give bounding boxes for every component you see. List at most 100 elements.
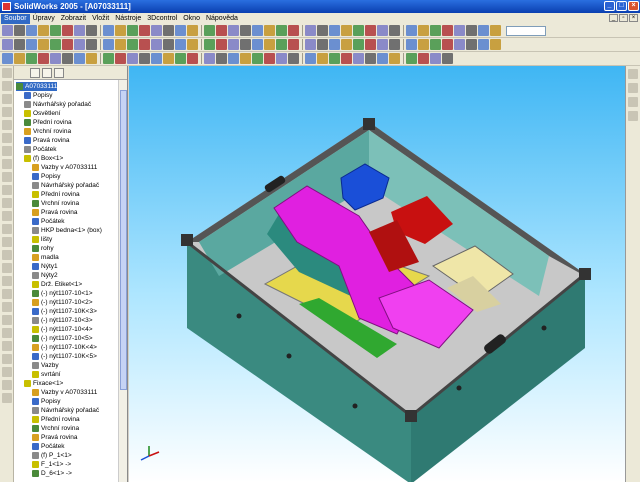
toolbar-tool-icon[interactable] [252, 39, 263, 50]
toolbar-tool-icon[interactable] [442, 53, 453, 64]
task-pane-tab-icon[interactable] [628, 83, 638, 93]
toolbar-tool-icon[interactable] [418, 39, 429, 50]
toolbar-tool-icon[interactable] [74, 25, 85, 36]
tree-item[interactable]: (f) P_1<1> [32, 451, 72, 460]
menu-zobrazit[interactable]: Zobrazit [58, 14, 89, 24]
toolbar-tool-icon[interactable] [317, 25, 328, 36]
toolbar-tool-icon[interactable] [151, 25, 162, 36]
tree-item[interactable]: Počátek [24, 145, 57, 154]
tree-item[interactable]: Přední rovina [32, 190, 80, 199]
tree-item[interactable]: Fixace<1> [24, 379, 63, 388]
tree-item[interactable]: rohy [32, 244, 54, 253]
task-pane-tab-icon[interactable] [628, 97, 638, 107]
toolbar-tool-icon[interactable] [252, 25, 263, 36]
toolbar-tool-icon[interactable] [216, 39, 227, 50]
side-tool-icon[interactable] [2, 107, 12, 117]
toolbar-tool-icon[interactable] [478, 39, 489, 50]
tree-item[interactable]: Návrhářský pořadač [32, 181, 99, 190]
toolbar-tool-icon[interactable] [163, 53, 174, 64]
toolbar-tool-icon[interactable] [204, 25, 215, 36]
toolbar-tool-icon[interactable] [50, 25, 61, 36]
tree-item[interactable]: Přední rovina [24, 118, 72, 127]
toolbar-tool-icon[interactable] [50, 53, 61, 64]
side-tool-icon[interactable] [2, 302, 12, 312]
configurationmanager-tab-icon[interactable] [54, 68, 64, 78]
tree-item[interactable]: Pravá rovina [32, 208, 78, 217]
tree-item[interactable]: F_1<1> -> [32, 460, 71, 469]
tree-item[interactable]: (-) nýt1107-10K<3> [32, 307, 97, 316]
menu-upravy[interactable]: Úpravy [30, 14, 58, 24]
tree-item[interactable]: (-) nýt1107-10<4> [32, 325, 93, 334]
toolbar-tool-icon[interactable] [288, 25, 299, 36]
toolbar-tool-icon[interactable] [329, 53, 340, 64]
tree-item[interactable]: Počátek [32, 217, 65, 226]
side-tool-icon[interactable] [2, 380, 12, 390]
toolbar-tool-icon[interactable] [14, 39, 25, 50]
toolbar-tool-icon[interactable] [377, 53, 388, 64]
tree-item[interactable]: (-) nýt1107-10<1> [32, 289, 93, 298]
toolbar-tool-icon[interactable] [127, 25, 138, 36]
toolbar-tool-icon[interactable] [74, 53, 85, 64]
toolbar-tool-icon[interactable] [127, 53, 138, 64]
toolbar-tool-icon[interactable] [490, 25, 501, 36]
toolbar-combo-box[interactable] [506, 25, 546, 36]
tree-item[interactable]: Nýty1 [32, 262, 58, 271]
tree-item[interactable]: Vrchní rovina [32, 424, 79, 433]
close-button[interactable]: × [628, 1, 639, 11]
tree-item[interactable]: (-) nýt1107-10K<4> [32, 343, 97, 352]
toolbar-tool-icon[interactable] [38, 25, 49, 36]
toolbar-tool-icon[interactable] [240, 25, 251, 36]
toolbar-tool-icon[interactable] [216, 25, 227, 36]
toolbar-tool-icon[interactable] [151, 53, 162, 64]
task-pane-tab-icon[interactable] [628, 69, 638, 79]
tree-item[interactable]: Vazby [32, 361, 59, 370]
toolbar-tool-icon[interactable] [466, 25, 477, 36]
tree-item[interactable]: svrtání [32, 370, 61, 379]
tree-item[interactable]: Pravá rovina [32, 433, 78, 442]
toolbar-tool-icon[interactable] [406, 25, 417, 36]
toolbar-tool-icon[interactable] [175, 53, 186, 64]
toolbar-tool-icon[interactable] [353, 39, 364, 50]
toolbar-tool-icon[interactable] [430, 53, 441, 64]
toolbar-tool-icon[interactable] [430, 39, 441, 50]
toolbar-tool-icon[interactable] [288, 53, 299, 64]
tree-item[interactable]: (-) nýt1107-10<2> [32, 298, 93, 307]
tree-item[interactable]: madla [32, 253, 59, 262]
toolbar-tool-icon[interactable] [418, 53, 429, 64]
tree-item[interactable]: lišty [32, 235, 52, 244]
toolbar-tool-icon[interactable] [365, 25, 376, 36]
tree-item[interactable]: Drž. Etiket<1> [32, 280, 82, 289]
tree-item[interactable]: Popisy [32, 172, 61, 181]
toolbar-tool-icon[interactable] [216, 53, 227, 64]
side-tool-icon[interactable] [2, 276, 12, 286]
tree-item[interactable]: Pravá rovina [24, 136, 70, 145]
tree-item[interactable]: Vrchní rovina [32, 199, 79, 208]
toolbar-tool-icon[interactable] [14, 53, 25, 64]
toolbar-tool-icon[interactable] [187, 25, 198, 36]
toolbar-tool-icon[interactable] [341, 39, 352, 50]
toolbar-tool-icon[interactable] [365, 39, 376, 50]
toolbar-tool-icon[interactable] [341, 25, 352, 36]
toolbar-tool-icon[interactable] [62, 39, 73, 50]
toolbar-tool-icon[interactable] [442, 25, 453, 36]
minimize-button[interactable]: _ [604, 1, 615, 11]
toolbar-tool-icon[interactable] [317, 39, 328, 50]
side-tool-icon[interactable] [2, 68, 12, 78]
toolbar-tool-icon[interactable] [389, 39, 400, 50]
toolbar-tool-icon[interactable] [264, 53, 275, 64]
toolbar-tool-icon[interactable] [204, 39, 215, 50]
toolbar-tool-icon[interactable] [377, 25, 388, 36]
toolbar-tool-icon[interactable] [406, 39, 417, 50]
side-tool-icon[interactable] [2, 354, 12, 364]
toolbar-tool-icon[interactable] [228, 39, 239, 50]
menu-soubor[interactable]: Soubor [1, 13, 30, 24]
tree-item[interactable]: Vazby v A07033111 [32, 163, 97, 172]
toolbar-tool-icon[interactable] [26, 53, 37, 64]
menu-okno[interactable]: Okno [180, 14, 203, 24]
maximize-button[interactable]: □ [616, 1, 627, 11]
doc-restore-button[interactable]: ▫ [619, 14, 628, 22]
toolbar-tool-icon[interactable] [252, 53, 263, 64]
tree-item[interactable]: Návrhářský pořadač [32, 406, 99, 415]
toolbar-tool-icon[interactable] [329, 25, 340, 36]
tree-item[interactable]: Přední rovina [32, 415, 80, 424]
